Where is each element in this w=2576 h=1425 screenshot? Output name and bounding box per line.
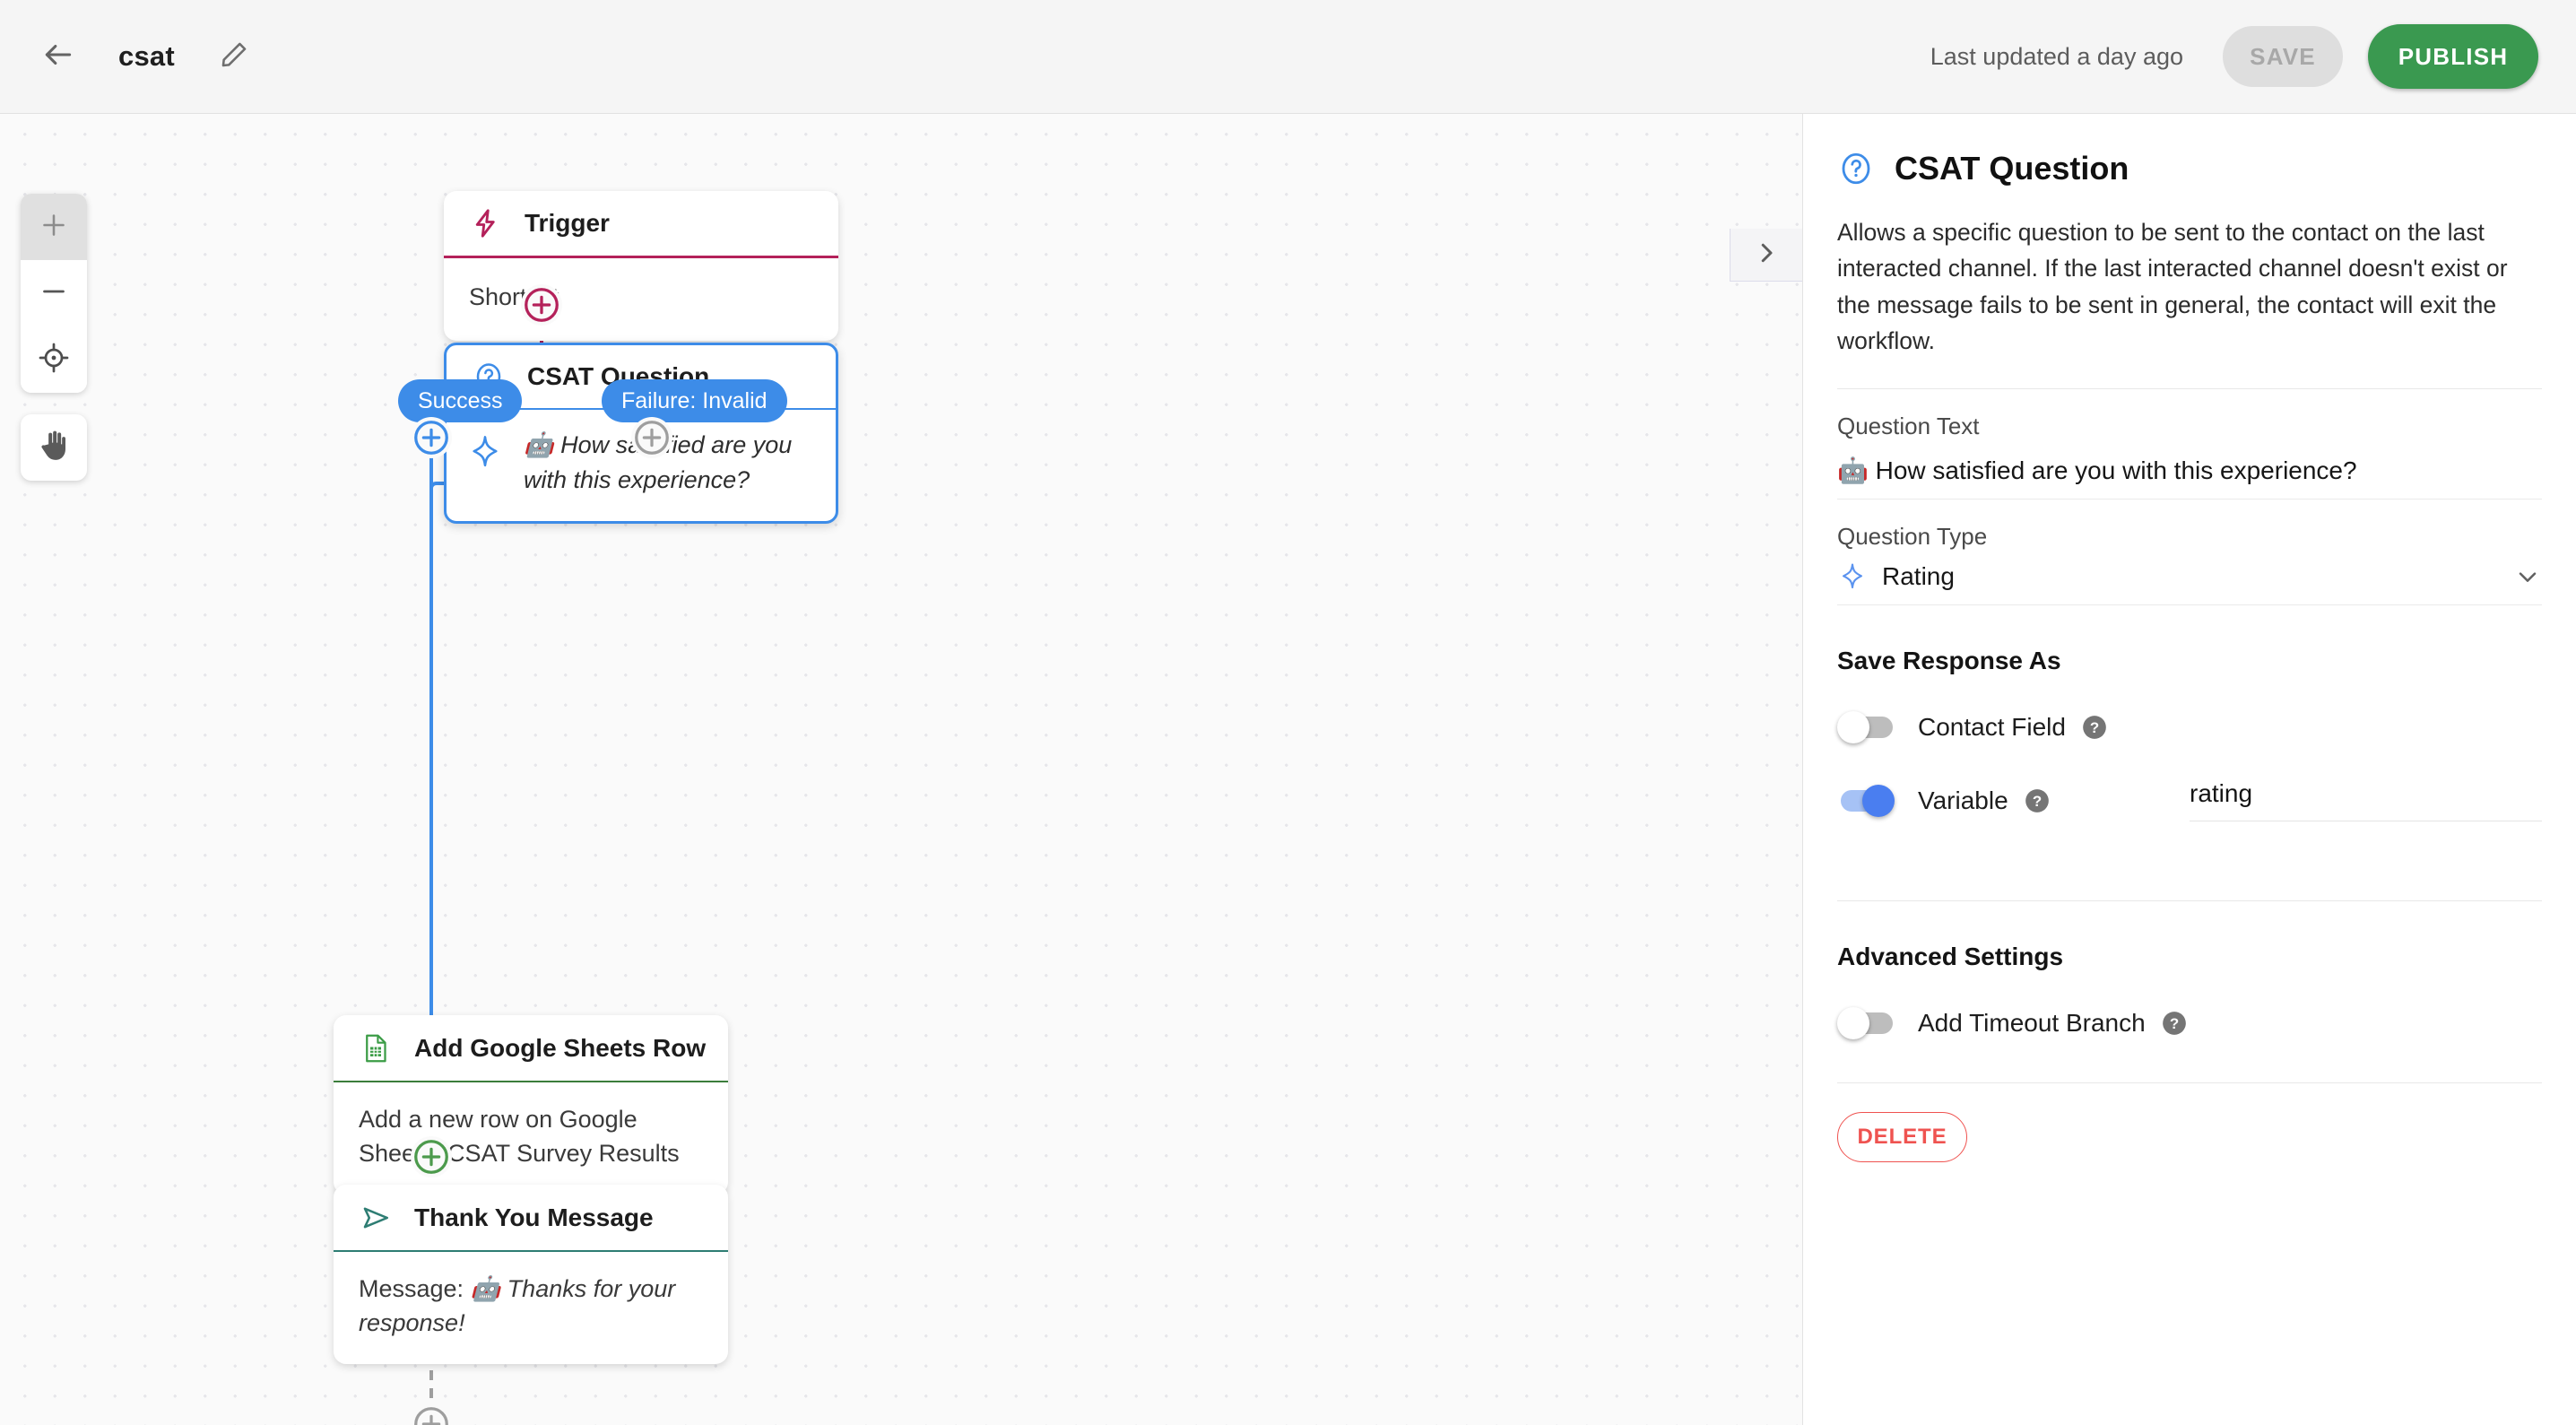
variable-input[interactable] <box>2190 779 2542 809</box>
canvas-zoom-controls <box>21 194 87 393</box>
node-sheets-body: Add a new row on Google Sheets: CSAT Sur… <box>359 1106 680 1168</box>
node-add-google-sheets-row[interactable]: Add Google Sheets Row Add a new row on G… <box>334 1015 728 1195</box>
plus-icon <box>38 209 70 246</box>
plus-circle-icon <box>411 1403 452 1425</box>
question-type-value-group: Rating <box>1837 561 1955 592</box>
svg-text:?: ? <box>2170 1015 2179 1032</box>
back-button[interactable] <box>32 30 84 83</box>
add-step-button-end[interactable] <box>411 1403 452 1425</box>
node-trigger-body: Shortcut <box>469 283 559 310</box>
connector-wires <box>429 268 654 1425</box>
save-response-section-title: Save Response As <box>1837 647 2061 675</box>
node-thanks-header: Thank You Message <box>334 1185 728 1252</box>
delete-button[interactable]: DELETE <box>1837 1112 1967 1163</box>
advanced-settings-title: Advanced Settings <box>1837 943 2064 971</box>
variable-label: Variable <box>1918 786 2008 814</box>
last-updated-text: Last updated a day ago <box>1930 42 2183 70</box>
pencil-icon <box>219 39 249 74</box>
panel-header: CSAT Question <box>1837 150 2542 187</box>
properties-panel: CSAT Question Allows a specific question… <box>1802 114 2576 1425</box>
node-trigger[interactable]: Trigger Shortcut <box>444 191 838 342</box>
contact-field-toggle[interactable] <box>1837 711 1893 744</box>
timeout-branch-row: Add Timeout Branch ? <box>1837 1007 2542 1040</box>
divider <box>1837 388 2542 390</box>
help-circle-icon[interactable]: ? <box>2082 715 2107 740</box>
node-trigger-header: Trigger <box>444 191 838 258</box>
node-thanks-body: Message: 🤖 Thanks for your response! <box>334 1252 728 1364</box>
plus-circle-icon <box>411 417 452 458</box>
page-title: csat <box>118 40 175 72</box>
zoom-out-button[interactable] <box>21 260 87 326</box>
question-text-field[interactable]: 🤖 How satisfied are you with this experi… <box>1837 456 2542 500</box>
publish-button[interactable]: PUBLISH <box>2368 24 2538 89</box>
timeout-branch-label: Add Timeout Branch <box>1918 1009 2146 1038</box>
pan-button[interactable] <box>21 414 87 481</box>
node-sheets-title: Add Google Sheets Row <box>414 1033 707 1062</box>
panel-description: Allows a specific question to be sent to… <box>1837 219 2508 354</box>
node-thanks-title: Thank You Message <box>414 1203 654 1231</box>
edit-title-button[interactable] <box>211 33 257 80</box>
chevron-right-icon <box>1753 239 1780 271</box>
variable-input-wrapper <box>2190 779 2542 822</box>
plus-circle-icon <box>521 284 562 326</box>
svg-text:?: ? <box>2090 719 2099 736</box>
add-step-button-trigger[interactable] <box>521 284 562 326</box>
send-icon <box>359 1201 393 1235</box>
help-circle-icon[interactable]: ? <box>2025 788 2050 813</box>
divider <box>1837 900 2542 902</box>
branch-label-failure[interactable]: Failure: Invalid <box>602 379 787 422</box>
panel-title: CSAT Question <box>1895 150 2129 187</box>
question-type-select[interactable]: Rating <box>1837 561 2542 606</box>
node-trigger-title: Trigger <box>525 209 610 237</box>
zoom-in-button[interactable] <box>21 194 87 260</box>
recenter-button[interactable] <box>21 326 87 393</box>
hand-icon <box>36 428 72 468</box>
toggle-knob <box>1837 711 1869 744</box>
branch-label-success[interactable]: Success <box>398 379 523 422</box>
node-thanks-body-prefix: Message: <box>359 1275 471 1302</box>
question-text-label: Question Text <box>1837 413 1980 440</box>
add-step-button-sheets[interactable] <box>411 1136 452 1177</box>
workflow-canvas[interactable]: Trigger Shortcut CSAT Question 🤖 How are… <box>0 114 1802 1425</box>
plus-circle-icon <box>631 417 672 458</box>
crosshair-icon <box>38 342 70 378</box>
arrow-left-icon <box>41 38 75 76</box>
divider <box>1837 1082 2542 1084</box>
contact-field-row: Contact Field ? <box>1837 711 2542 744</box>
svg-text:?: ? <box>2032 793 2041 810</box>
sparkle-icon <box>1837 561 1868 592</box>
workflow-builder-app: csat Last updated a day ago SAVE PUBLISH <box>0 0 2576 1425</box>
variable-toggle[interactable] <box>1837 784 1895 817</box>
minus-icon <box>38 275 70 312</box>
question-type-value: Rating <box>1882 562 1955 591</box>
node-thank-you-message[interactable]: Thank You Message Message: 🤖 Thanks for … <box>334 1185 728 1364</box>
save-button[interactable]: SAVE <box>2223 26 2343 87</box>
contact-field-label: Contact Field <box>1918 713 2066 742</box>
plus-circle-icon <box>411 1136 452 1177</box>
node-sheets-header: Add Google Sheets Row <box>334 1015 728 1082</box>
question-text-value: 🤖 How satisfied are you with this experi… <box>1837 456 2357 485</box>
question-circle-icon <box>1837 150 1875 187</box>
toggle-knob <box>1837 1007 1869 1040</box>
question-type-label: Question Type <box>1837 523 1988 551</box>
add-step-button-success[interactable] <box>411 417 452 458</box>
toggle-knob <box>1862 784 1895 817</box>
variable-row: Variable ? <box>1837 779 2542 822</box>
sparkle-icon <box>466 433 504 471</box>
add-step-button-failure[interactable] <box>631 417 672 458</box>
collapse-panel-button[interactable] <box>1730 229 1802 282</box>
google-sheets-icon <box>359 1031 393 1065</box>
top-bar-actions: Last updated a day ago SAVE PUBLISH <box>1930 24 2538 89</box>
lightning-bolt-icon <box>469 206 503 240</box>
help-circle-icon[interactable]: ? <box>2162 1011 2187 1036</box>
top-bar: csat Last updated a day ago SAVE PUBLISH <box>0 0 2576 114</box>
chevron-down-icon[interactable] <box>2513 562 2542 591</box>
timeout-branch-toggle[interactable] <box>1837 1007 1893 1040</box>
